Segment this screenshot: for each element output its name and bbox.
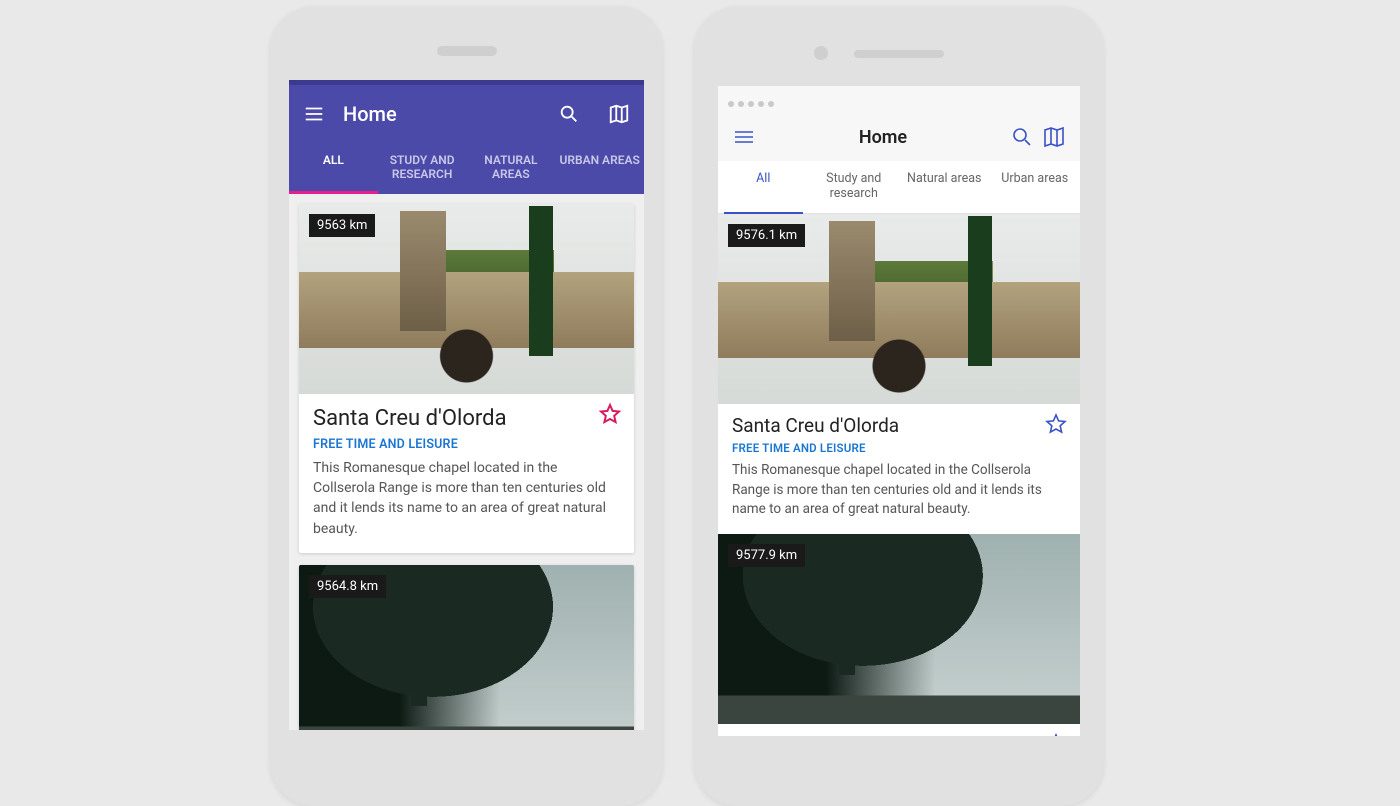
place-card[interactable]: 9563 km Santa Creu d'Olorda FREE TIME AN… <box>299 204 634 553</box>
place-title: Santa Creu d'Olorda <box>313 406 620 431</box>
place-title: Collserola <box>732 734 1066 736</box>
favorite-button[interactable] <box>1044 732 1070 736</box>
tab-study-research[interactable]: Study and research <box>809 161 900 213</box>
tab-study-research[interactable]: STUDY AND RESEARCH <box>378 143 467 194</box>
page-title: Home <box>343 102 540 126</box>
phone-android: Home ALL STUDY AND RESEARCH NATURAL AREA… <box>270 6 663 806</box>
menu-icon[interactable] <box>732 125 756 149</box>
favorite-button[interactable] <box>1044 412 1070 438</box>
screen-android: Home ALL STUDY AND RESEARCH NATURAL AREA… <box>289 80 644 730</box>
distance-badge: 9563 km <box>309 214 375 237</box>
window-controls <box>718 86 1080 113</box>
place-category: FREE TIME AND LEISURE <box>313 437 620 452</box>
phone-camera <box>814 46 828 60</box>
tab-natural-areas[interactable]: NATURAL AREAS <box>467 143 556 194</box>
place-title: Santa Creu d'Olorda <box>732 414 1066 437</box>
menu-icon[interactable] <box>303 103 325 125</box>
phone-speaker <box>854 50 944 58</box>
tab-bar: ALL STUDY AND RESEARCH NATURAL AREAS URB… <box>289 143 644 194</box>
place-description: This Romanesque chapel located in the Co… <box>732 461 1066 520</box>
tab-all[interactable]: All <box>718 161 809 213</box>
phone-ios: Home All Study and research Natural area… <box>694 6 1104 806</box>
page-title: Home <box>756 127 1010 148</box>
content-scroll[interactable]: 9563 km Santa Creu d'Olorda FREE TIME AN… <box>289 194 644 730</box>
map-icon[interactable] <box>1042 125 1066 149</box>
favorite-button[interactable] <box>598 402 624 428</box>
tab-urban-areas[interactable]: URBAN AREAS <box>555 143 644 194</box>
search-icon[interactable] <box>558 103 580 125</box>
search-icon[interactable] <box>1010 125 1034 149</box>
place-category: FREE TIME AND LEISURE <box>732 441 1066 455</box>
app-bar: Home <box>718 113 1080 161</box>
screen-ios: Home All Study and research Natural area… <box>718 86 1080 736</box>
distance-badge: 9576.1 km <box>728 224 805 247</box>
place-card[interactable]: 9577.9 km Collserola <box>718 534 1080 736</box>
distance-badge: 9577.9 km <box>728 544 805 567</box>
map-icon[interactable] <box>608 103 630 125</box>
tab-bar: All Study and research Natural areas Urb… <box>718 161 1080 214</box>
place-image: 9563 km <box>299 204 634 394</box>
tab-urban-areas[interactable]: Urban areas <box>990 161 1081 213</box>
phone-speaker <box>437 46 497 56</box>
place-image: 9564.8 km <box>299 565 634 730</box>
distance-badge: 9564.8 km <box>309 575 386 598</box>
tab-natural-areas[interactable]: Natural areas <box>899 161 990 213</box>
place-image: 9577.9 km <box>718 534 1080 724</box>
tab-all[interactable]: ALL <box>289 143 378 194</box>
place-description: This Romanesque chapel located in the Co… <box>313 458 620 539</box>
place-card[interactable]: 9564.8 km <box>299 565 634 730</box>
app-bar: Home <box>289 85 644 143</box>
place-card[interactable]: 9576.1 km Santa Creu d'Olorda FREE TIME … <box>718 214 1080 534</box>
place-image: 9576.1 km <box>718 214 1080 404</box>
content-scroll[interactable]: 9576.1 km Santa Creu d'Olorda FREE TIME … <box>718 214 1080 736</box>
